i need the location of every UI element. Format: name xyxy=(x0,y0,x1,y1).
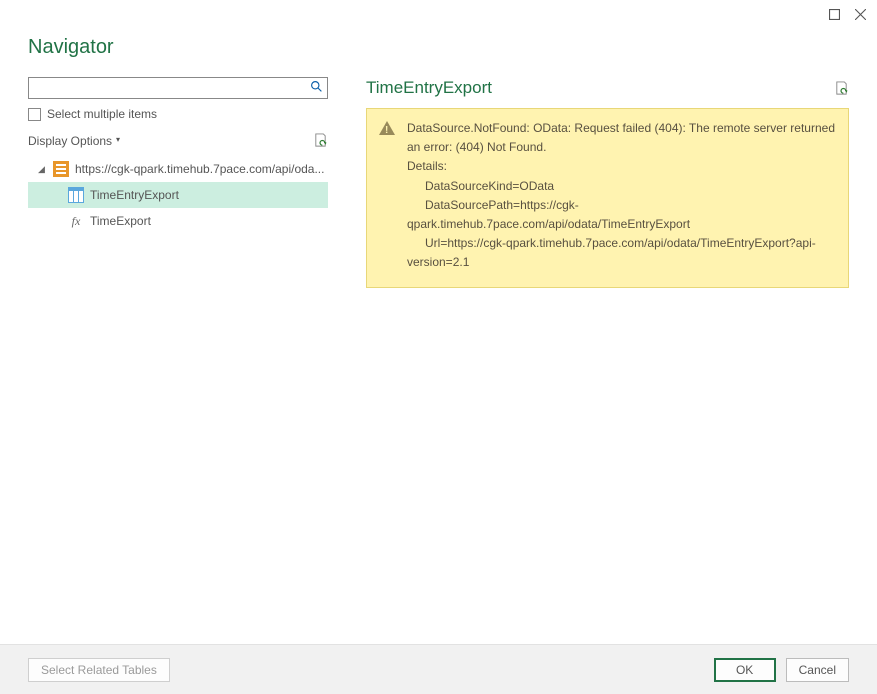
page-title: Navigator xyxy=(28,36,328,59)
error-url-1: Url=https://cgk-qpark.timehub.7pace.com/… xyxy=(407,234,836,253)
preview-header: TimeEntryExport xyxy=(366,78,849,98)
select-multiple-checkbox[interactable] xyxy=(28,108,41,121)
preview-panel: TimeEntryExport DataSource.NotFound: ODa… xyxy=(352,28,877,644)
tree-root-label: https://cgk-qpark.timehub.7pace.com/api/… xyxy=(75,162,324,176)
tree-root[interactable]: ◢ https://cgk-qpark.timehub.7pace.com/ap… xyxy=(28,156,328,182)
titlebar xyxy=(0,0,877,28)
table-icon xyxy=(68,187,84,203)
error-path-2: qpark.timehub.7pace.com/api/odata/TimeEn… xyxy=(407,215,836,234)
collapse-icon[interactable]: ◢ xyxy=(38,164,47,175)
error-url-2: version=2.1 xyxy=(407,253,836,272)
ok-button[interactable]: OK xyxy=(714,658,776,682)
tree-item-timeexport[interactable]: fx TimeExport xyxy=(28,208,328,234)
tree-item-label: TimeEntryExport xyxy=(90,188,179,202)
tree-item-label: TimeExport xyxy=(90,214,151,228)
data-source-tree: ◢ https://cgk-qpark.timehub.7pace.com/ap… xyxy=(28,156,328,234)
search-wrap xyxy=(28,77,328,99)
cancel-button[interactable]: Cancel xyxy=(786,658,849,682)
content-area: Navigator Select multiple items Display … xyxy=(0,28,877,644)
chevron-down-icon: ▾ xyxy=(116,135,120,144)
dialog-footer: Select Related Tables OK Cancel xyxy=(0,644,877,694)
maximize-button[interactable] xyxy=(823,3,845,25)
search-icon[interactable] xyxy=(310,80,323,96)
preview-title: TimeEntryExport xyxy=(366,78,492,98)
error-kind: DataSourceKind=OData xyxy=(407,177,836,196)
error-details-label: Details: xyxy=(407,157,836,176)
search-input[interactable] xyxy=(28,77,328,99)
select-multiple-label: Select multiple items xyxy=(47,107,157,121)
select-multiple-row[interactable]: Select multiple items xyxy=(28,107,328,121)
error-message-box: DataSource.NotFound: OData: Request fail… xyxy=(366,108,849,288)
refresh-icon[interactable] xyxy=(313,133,328,148)
preview-refresh-icon[interactable] xyxy=(834,81,849,96)
warning-icon xyxy=(379,121,395,135)
odata-source-icon xyxy=(53,161,69,177)
display-options-label: Display Options xyxy=(28,134,112,148)
display-options-row: Display Options ▾ xyxy=(28,133,328,148)
error-body: DataSource.NotFound: OData: Request fail… xyxy=(407,119,836,273)
select-related-tables-button[interactable]: Select Related Tables xyxy=(28,658,170,682)
function-icon: fx xyxy=(68,213,84,229)
tree-item-timeentryexport[interactable]: TimeEntryExport xyxy=(28,182,328,208)
close-button[interactable] xyxy=(849,3,871,25)
display-options-dropdown[interactable]: Display Options ▾ xyxy=(28,134,120,148)
error-path-1: DataSourcePath=https://cgk- xyxy=(407,196,836,215)
error-headline: DataSource.NotFound: OData: Request fail… xyxy=(407,119,836,157)
navigator-panel: Navigator Select multiple items Display … xyxy=(0,28,352,644)
